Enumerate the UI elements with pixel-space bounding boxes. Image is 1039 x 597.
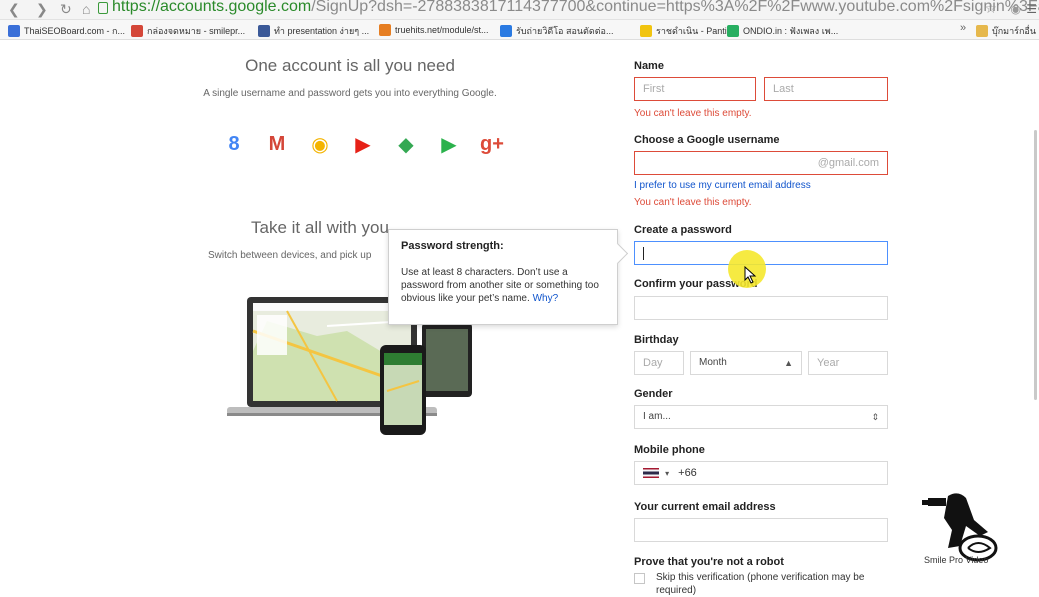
robot-label: Prove that you're not a robot (634, 556, 784, 568)
menu-icon[interactable]: ☰ (1026, 2, 1037, 16)
birthday-day-input[interactable]: Day (634, 351, 684, 375)
bookmark-label: truehits.net/module/st... (395, 25, 489, 35)
password-label: Create a password (634, 224, 732, 236)
bookmark-label: กล่องจดหมาย - smilepr... (147, 26, 246, 36)
last-name-input[interactable]: Last (764, 77, 888, 101)
bookmark-label: ทำ presentation ง่ายๆ ... (274, 26, 370, 36)
reload-icon[interactable]: ↻ (60, 1, 72, 18)
pantip-icon (640, 25, 652, 37)
watermark-logo (922, 493, 998, 562)
bookmark-label: ThaiSEOBoard.com - ก... (24, 26, 125, 36)
text-caret (643, 247, 644, 260)
maps-app-icon: ◆ (398, 133, 414, 156)
tooltip-body: Use at least 8 characters. Don’t use a p… (401, 267, 599, 304)
gender-select[interactable]: I am... ⇕ (634, 405, 888, 429)
current-email-input[interactable] (634, 518, 888, 542)
why-link[interactable]: Why? (533, 293, 559, 304)
skip-verification-label: Skip this verification (phone verificati… (656, 572, 865, 596)
more-bookmarks-icon[interactable]: » (960, 22, 966, 34)
chrome-app-icon: ◉ (311, 133, 329, 156)
birthday-month-select[interactable]: Month ▲︎ (690, 351, 802, 375)
thailand-flag-icon[interactable] (643, 468, 659, 479)
bookmark-item[interactable]: ONDIO.in : ฟังเพลง เพ... (727, 24, 838, 38)
page-heading: One account is all you need (245, 56, 455, 75)
bookmarks-bar: ThaiSEOBoard.com - ก... กล่องจดหมาย - smi… (0, 20, 1039, 40)
extension-icon[interactable]: ◉ (1011, 2, 1021, 16)
first-name-input[interactable]: First (634, 77, 756, 101)
name-label: Name (634, 60, 664, 72)
country-dropdown-icon[interactable]: ▾ (665, 469, 669, 478)
truehits-icon (379, 24, 391, 36)
bookmark-label: ราชดำเนิน - Pantip (656, 26, 732, 36)
back-icon[interactable]: ❮ (8, 1, 20, 18)
bookmark-item[interactable]: ThaiSEOBoard.com - ก... (8, 24, 125, 38)
username-error: You can't leave this empty. (634, 197, 752, 208)
bookmark-item[interactable]: บุ๊กมาร์กอื่น (976, 24, 1036, 38)
bookmark-label: ONDIO.in : ฟังเพลง เพ... (743, 26, 839, 36)
app-icon-row: 8 M ◉ ▶ ◆ ▶ g+ (222, 132, 504, 156)
ondio-icon (727, 25, 739, 37)
home-icon[interactable]: ⌂ (82, 1, 90, 17)
current-email-label: Your current email address (634, 501, 776, 513)
name-error: You can't leave this empty. (634, 108, 752, 119)
address-bar: ❮ ❯ ↻ ⌂ https://accounts.google.com/Sign… (0, 0, 1039, 20)
gender-label: Gender (634, 388, 673, 400)
facebook-icon (258, 25, 270, 37)
bookmark-item[interactable]: รับถ่ายวิดีโอ สอนตัดต่อ... (500, 24, 613, 38)
username-label: Choose a Google username (634, 134, 780, 146)
password-strength-tooltip: Password strength: Use at least 8 charac… (388, 229, 618, 325)
birthday-label: Birthday (634, 334, 679, 346)
mouse-pointer-icon (744, 266, 757, 284)
play-app-icon: ▶ (441, 133, 457, 156)
section-subheading: Switch between devices, and pick up (208, 250, 372, 261)
tooltip-title: Password strength: (401, 240, 504, 252)
folder-icon (976, 25, 988, 37)
google-search-icon: 8 (228, 132, 240, 155)
bookmark-label: รับถ่ายวิดีโอ สอนตัดต่อ... (516, 26, 614, 36)
bookmark-star-icon[interactable]: ☆ (984, 0, 997, 17)
country-code: +66 (678, 467, 697, 479)
select-arrows-icon: ⇕ (871, 412, 879, 422)
url-field[interactable]: https://accounts.google.com/SignUp?dsh=-… (112, 0, 1039, 16)
googleplus-app-icon: g+ (480, 132, 504, 155)
forward-icon[interactable]: ❯ (36, 1, 48, 18)
bookmark-item[interactable]: ทำ presentation ง่ายๆ ... (258, 24, 369, 38)
gmail-icon (131, 25, 143, 37)
birthday-year-input[interactable]: Year (808, 351, 888, 375)
confirm-password-input[interactable] (634, 296, 888, 320)
use-current-email-link[interactable]: I prefer to use my current email address (634, 180, 811, 191)
watermark-text: Smile Pro Video (924, 555, 989, 565)
lock-icon (98, 2, 108, 14)
bookmark-item[interactable]: ราชดำเนิน - Pantip (640, 24, 732, 38)
mobile-phone-input[interactable]: ▾ +66 (634, 461, 888, 485)
bookmark-label: บุ๊กมาร์กอื่น (992, 26, 1036, 36)
youtube-app-icon: ▶ (355, 133, 371, 156)
thaiseoboard-icon (8, 25, 20, 37)
bookmark-item[interactable]: truehits.net/module/st... (379, 24, 489, 36)
mobile-phone-label: Mobile phone (634, 444, 705, 456)
video-icon (500, 25, 512, 37)
page-subheading: A single username and password gets you … (203, 88, 497, 99)
bookmark-item[interactable]: กล่องจดหมาย - smilepr... (131, 24, 245, 38)
skip-verification-checkbox[interactable] (634, 573, 645, 584)
select-arrows-icon: ▲︎ (784, 358, 793, 368)
username-input[interactable]: @gmail.com (634, 151, 888, 175)
gmail-app-icon: M (268, 132, 286, 155)
scrollbar[interactable] (1034, 130, 1037, 400)
